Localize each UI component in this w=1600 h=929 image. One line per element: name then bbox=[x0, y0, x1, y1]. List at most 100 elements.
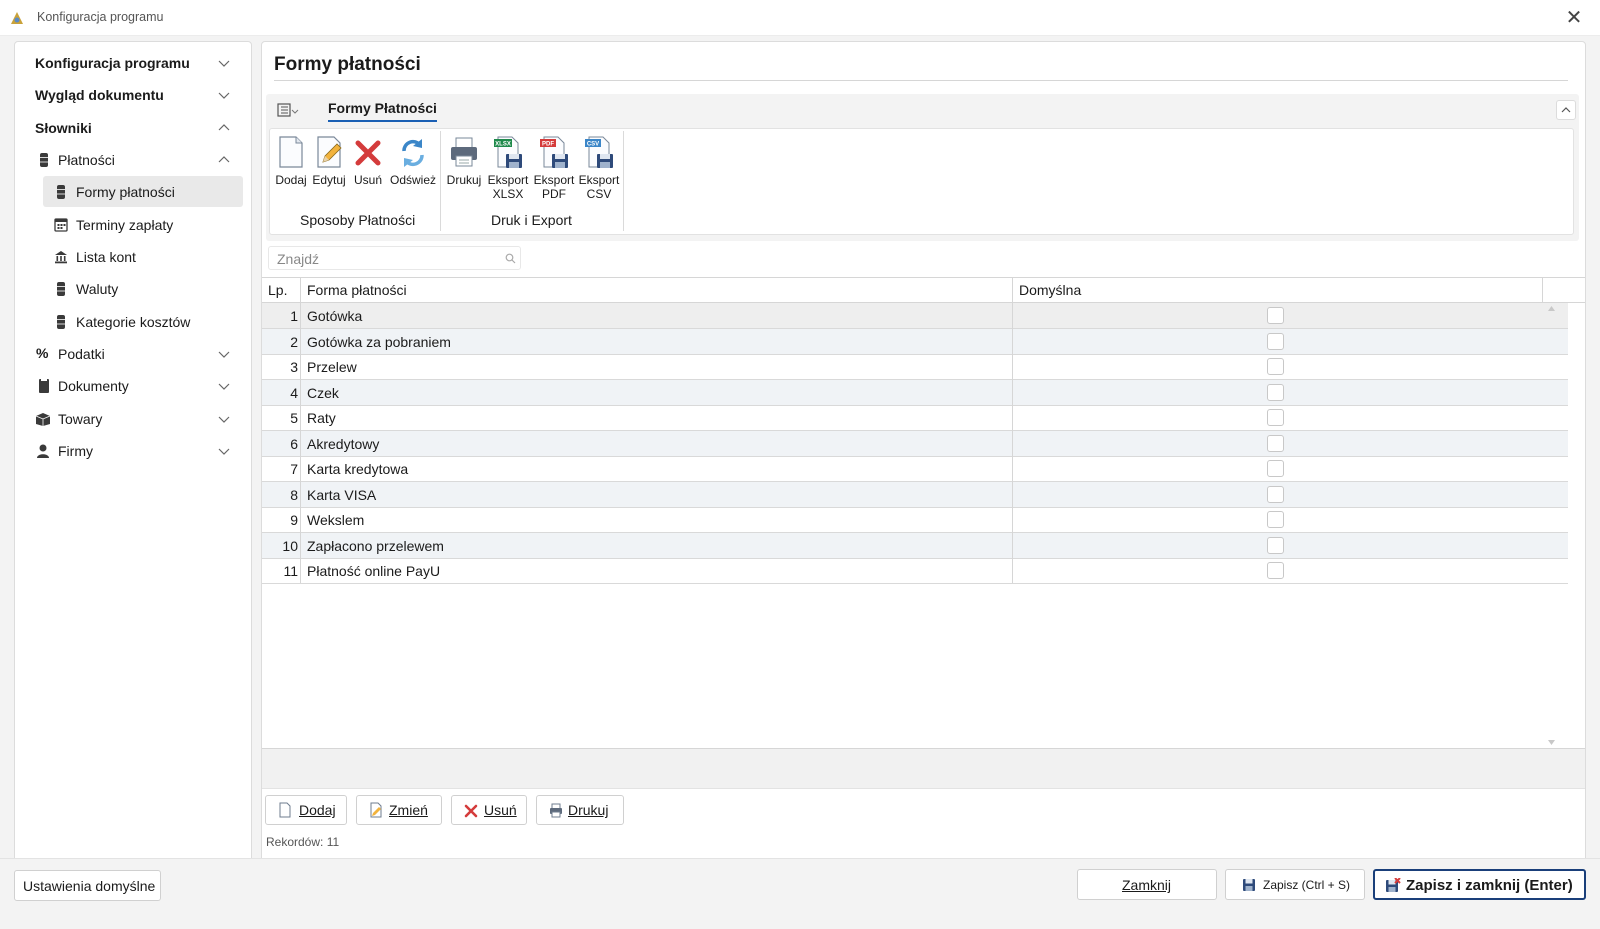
ribbon-export-pdf-button[interactable]: PDF Eksport PDF bbox=[532, 135, 576, 201]
table-row[interactable]: 2 Gotówka za pobraniem bbox=[262, 328, 1568, 355]
close-button[interactable]: Zamknij bbox=[1077, 869, 1217, 900]
export-csv-icon: CSV bbox=[585, 136, 613, 168]
ribbon-export-csv-button[interactable]: CSV Eksport CSV bbox=[577, 135, 621, 201]
table-row[interactable]: 3 Przelew bbox=[262, 354, 1568, 380]
close-button-label: Zamknij bbox=[1122, 877, 1172, 893]
table-row[interactable]: 6 Akredytowy bbox=[262, 430, 1568, 457]
sidebar-item-towary[interactable]: Towary bbox=[15, 403, 251, 434]
payment-form-name: Raty bbox=[307, 410, 336, 426]
row-number: 10 bbox=[282, 537, 298, 554]
export-xlsx-badge: XLSX bbox=[495, 142, 511, 148]
change-button[interactable]: Zmień bbox=[356, 795, 442, 825]
default-checkbox[interactable] bbox=[1267, 383, 1284, 401]
payment-form-name: Karta kredytowa bbox=[307, 461, 409, 477]
add-button[interactable]: Dodaj bbox=[265, 795, 347, 825]
ribbon-delete-button[interactable]: Usuń bbox=[350, 135, 386, 187]
ribbon-separator bbox=[440, 131, 441, 231]
search-icon bbox=[505, 253, 516, 264]
tab-formy-platnosci[interactable]: Formy Płatności bbox=[328, 100, 437, 122]
column-header-forma[interactable]: Forma płatności bbox=[307, 282, 407, 298]
sidebar-item-wyglad[interactable]: Wygląd dokumentu bbox=[15, 79, 251, 110]
database-icon bbox=[57, 282, 65, 296]
sidebar-item-konfiguracja[interactable]: Konfiguracja programu bbox=[15, 47, 251, 78]
window-title: Konfiguracja programu bbox=[37, 10, 164, 24]
sidebar-item-kategorie-kosztow[interactable]: Kategorie kosztów bbox=[15, 306, 251, 337]
sidebar-item-dokumenty[interactable]: Dokumenty bbox=[15, 370, 251, 401]
table-row[interactable]: 11 Płatność online PayU bbox=[262, 558, 1568, 584]
add-button-label: Dodaj bbox=[299, 802, 336, 818]
table-row[interactable]: 4 Czek bbox=[262, 379, 1568, 406]
delete-button[interactable]: Usuń bbox=[451, 795, 527, 825]
print-button[interactable]: Drukuj bbox=[536, 795, 624, 825]
change-button-label: Zmień bbox=[389, 802, 428, 818]
sidebar-item-label: Kategorie kosztów bbox=[76, 314, 191, 330]
export-pdf-icon: PDF bbox=[540, 136, 568, 168]
delete-button-label: Usuń bbox=[484, 802, 517, 818]
records-count: Rekordów: 11 bbox=[266, 835, 340, 849]
sidebar-item-lista-kont[interactable]: Lista kont bbox=[15, 241, 251, 272]
default-checkbox[interactable] bbox=[1267, 409, 1284, 426]
row-number: 5 bbox=[290, 410, 298, 426]
ribbon-refresh-button[interactable]: Odśwież bbox=[389, 135, 437, 187]
vertical-scrollbar[interactable] bbox=[1543, 303, 1560, 786]
ribbon-export-pdf-line2: PDF bbox=[542, 187, 566, 201]
default-checkbox[interactable] bbox=[1267, 332, 1284, 350]
sidebar-item-slowniki[interactable]: Słowniki bbox=[15, 112, 251, 143]
scroll-down-icon[interactable] bbox=[1547, 739, 1556, 746]
column-header-lp[interactable]: Lp. bbox=[268, 282, 287, 298]
table-row[interactable]: 5 Raty bbox=[262, 405, 1568, 431]
default-checkbox[interactable] bbox=[1267, 358, 1284, 375]
sidebar-item-label: Terminy zapłaty bbox=[76, 217, 174, 233]
default-checkbox[interactable] bbox=[1267, 434, 1284, 452]
table-row[interactable]: 8 Karta VISA bbox=[262, 481, 1568, 508]
row-number: 8 bbox=[290, 486, 298, 503]
menu-dropdown-icon[interactable] bbox=[277, 102, 299, 118]
export-xlsx-icon: XLSX bbox=[494, 136, 522, 168]
save-button[interactable]: Zapisz (Ctrl + S) bbox=[1225, 869, 1365, 900]
edit-icon bbox=[317, 136, 342, 168]
payment-form-name: Zapłacono przelewem bbox=[307, 537, 444, 554]
row-number: 7 bbox=[290, 461, 298, 477]
sidebar-item-podatki[interactable]: % Podatki bbox=[15, 338, 251, 369]
chevron-down-icon bbox=[218, 448, 230, 455]
ribbon-edit-button[interactable]: Edytuj bbox=[310, 135, 348, 187]
default-checkbox[interactable] bbox=[1267, 562, 1284, 579]
default-checkbox[interactable] bbox=[1267, 511, 1284, 528]
default-checkbox[interactable] bbox=[1267, 307, 1284, 324]
save-and-close-button[interactable]: Zapisz i zamknij (Enter) bbox=[1373, 869, 1586, 900]
sidebar-item-waluty[interactable]: Waluty bbox=[15, 273, 251, 304]
sidebar-item-label: Wygląd dokumentu bbox=[35, 87, 164, 103]
ribbon-add-button[interactable]: Dodaj bbox=[274, 135, 308, 187]
default-checkbox[interactable] bbox=[1267, 485, 1284, 503]
sidebar-item-platnosci[interactable]: Płatności bbox=[15, 144, 251, 175]
sidebar-item-firmy[interactable]: Firmy bbox=[15, 435, 251, 466]
column-divider bbox=[1542, 278, 1543, 303]
sidebar-item-formy-platnosci[interactable]: Formy płatności bbox=[43, 176, 243, 207]
table-footer bbox=[262, 748, 1585, 789]
ribbon-export-xlsx-button[interactable]: XLSX Eksport XLSX bbox=[486, 135, 530, 201]
ribbon-export-csv-line2: CSV bbox=[586, 187, 612, 201]
default-checkbox[interactable] bbox=[1267, 536, 1284, 554]
payment-form-name: Gotówka bbox=[307, 308, 363, 324]
table-row[interactable]: 10 Zapłacono przelewem bbox=[262, 532, 1568, 559]
ribbon-export-xlsx-line1: Eksport bbox=[487, 173, 529, 187]
percent-icon: % bbox=[36, 345, 49, 361]
column-header-domyslna[interactable]: Domyślna bbox=[1019, 282, 1081, 298]
search-input[interactable]: Znajdź bbox=[268, 246, 521, 270]
ribbon-group-label: Druk i Export bbox=[491, 212, 572, 228]
default-checkbox[interactable] bbox=[1267, 460, 1284, 477]
table-row[interactable]: 1 Gotówka bbox=[262, 303, 1568, 329]
sidebar-item-label: Firmy bbox=[58, 443, 93, 459]
collapse-ribbon-button[interactable] bbox=[1556, 100, 1576, 120]
sidebar-item-terminy-zaplaty[interactable]: Terminy zapłaty bbox=[15, 209, 251, 240]
scroll-up-icon[interactable] bbox=[1547, 305, 1556, 312]
close-icon[interactable]: ✕ bbox=[1560, 6, 1588, 30]
sidebar-item-label: Konfiguracja programu bbox=[35, 55, 190, 71]
ribbon-edit-label: Edytuj bbox=[312, 173, 346, 187]
table-row[interactable]: 7 Karta kredytowa bbox=[262, 456, 1568, 482]
column-divider bbox=[1012, 278, 1013, 583]
default-settings-button[interactable]: Ustawienia domyślne bbox=[14, 870, 161, 901]
ribbon-print-button[interactable]: Drukuj bbox=[445, 135, 483, 187]
table-row[interactable]: 9 Wekslem bbox=[262, 507, 1568, 533]
export-pdf-badge: PDF bbox=[542, 142, 554, 148]
